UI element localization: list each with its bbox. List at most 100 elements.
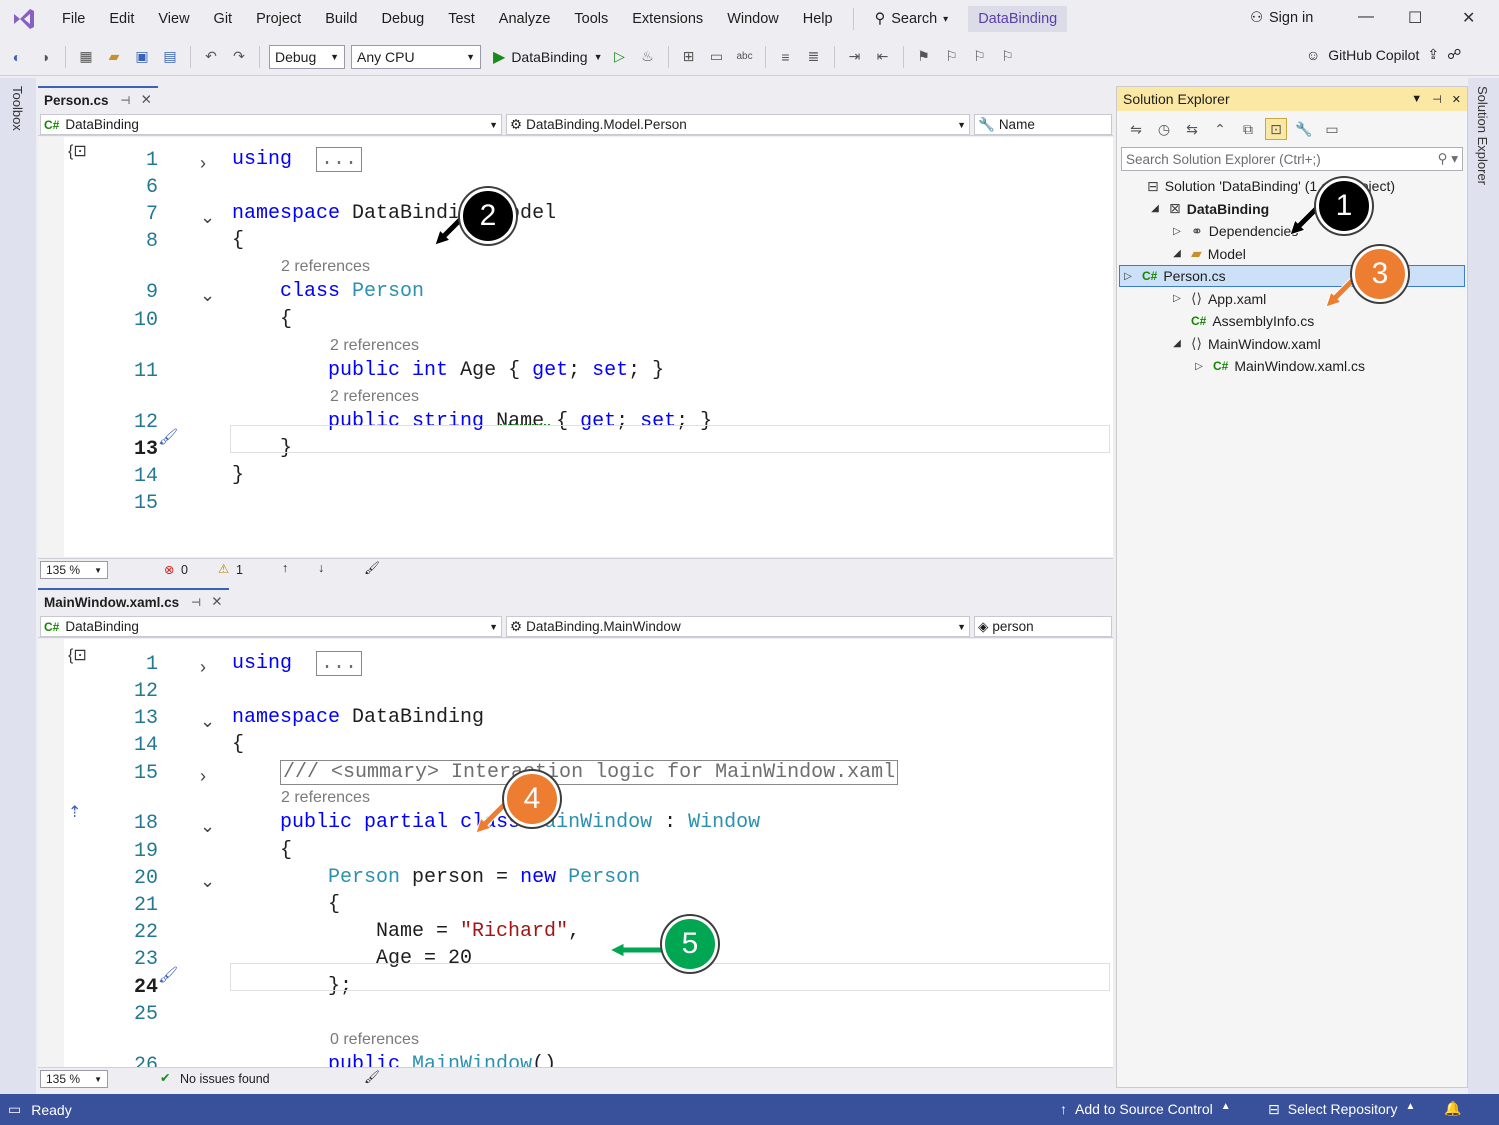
collapse-icon[interactable]: ⌄ <box>200 871 215 892</box>
tree-item[interactable]: ◢ ▰ Model <box>1169 243 1246 265</box>
close-icon[interactable]: ✕ <box>1452 93 1461 106</box>
hot-reload-icon[interactable]: ♨ <box>637 46 659 68</box>
select-repository-button[interactable]: ⊟ Select Repository ▲ <box>1268 1101 1415 1118</box>
type-nav-dropdown[interactable]: ⚙ DataBinding.MainWindow ▼ <box>506 616 970 637</box>
code-lens[interactable]: 2 references <box>281 789 370 807</box>
next-bookmark-icon[interactable]: ⚐ <box>969 46 991 68</box>
tree-item[interactable]: C# AssemblyInfo.cs <box>1169 310 1314 332</box>
history-icon[interactable]: ◷ <box>1153 118 1175 140</box>
configuration-select[interactable]: Debug ▼ <box>269 44 345 69</box>
menu-item-git[interactable]: Git <box>202 11 245 27</box>
save-all-icon[interactable]: ▤ <box>159 46 181 68</box>
collapsed-icon[interactable]: ▷ <box>1191 361 1207 372</box>
code-cleanup-icon[interactable]: 🖌 <box>364 1070 380 1085</box>
collapse-icon[interactable]: ⌄ <box>200 1058 215 1067</box>
browse-icon[interactable]: ⊞ <box>678 46 700 68</box>
editor1-code-area[interactable]: 1 › using ... 6 7 ⌄ namespace DataBinding.Mode… <box>38 137 1113 557</box>
redo-icon[interactable]: ↷ <box>228 46 250 68</box>
tree-item[interactable]: ◢ ⊠ DataBinding <box>1147 198 1269 220</box>
menu-item-test[interactable]: Test <box>436 11 487 27</box>
tree-item[interactable]: ▷ ⚭ Dependencies <box>1169 220 1298 242</box>
tree-item[interactable]: ▷ C# Person.cs <box>1119 265 1465 287</box>
zoom-select[interactable]: 135 % ▼ <box>40 561 108 579</box>
menu-item-tools[interactable]: Tools <box>562 11 620 27</box>
minus-icon[interactable]: ▭ <box>1321 118 1343 140</box>
menu-item-analyze[interactable]: Analyze <box>487 11 563 27</box>
prev-bookmark-icon[interactable]: ⚐ <box>941 46 963 68</box>
collapsed-icon[interactable]: ▷ <box>1169 293 1185 304</box>
undo-icon[interactable]: ↶ <box>200 46 222 68</box>
menu-item-build[interactable]: Build <box>313 11 369 27</box>
new-project-icon[interactable]: ▦ <box>75 46 97 68</box>
indent-icon[interactable]: ⇥ <box>844 46 866 68</box>
maximize-button[interactable]: ☐ <box>1408 8 1422 28</box>
expand-icon[interactable]: › <box>200 657 206 678</box>
notifications-icon[interactable]: 🔔 <box>1444 1100 1461 1117</box>
toolbox-strip[interactable]: Toolbox <box>0 78 36 1094</box>
menu-item-view[interactable]: View <box>146 11 201 27</box>
prev-issue-icon[interactable]: ↑ <box>282 561 288 575</box>
expand-icon[interactable]: › <box>200 766 206 787</box>
collapsed-icon[interactable]: ▷ <box>1120 271 1136 282</box>
spellcheck-icon[interactable]: abc <box>734 46 756 68</box>
tab-person-cs[interactable]: Person.cs ⊣ ✕ <box>38 86 158 112</box>
minimize-button[interactable]: — <box>1358 8 1374 26</box>
close-tab-icon[interactable]: ✕ <box>211 594 222 610</box>
expanded-icon[interactable]: ◢ <box>1169 248 1185 259</box>
collapse-icon[interactable]: ⌄ <box>200 711 215 732</box>
inheritance-icon[interactable]: ⇡ <box>68 802 81 822</box>
code-lens[interactable]: 2 references <box>330 388 419 406</box>
member-nav-dropdown[interactable]: ◈ person <box>974 616 1112 637</box>
uncomment-icon[interactable]: ≣ <box>803 46 825 68</box>
preview-selected-icon[interactable]: ⊡ <box>1265 118 1287 140</box>
code-lens[interactable]: 2 references <box>281 258 370 276</box>
collapsed-icon[interactable]: ▷ <box>1169 226 1185 237</box>
outline-icon[interactable]: {⊡ <box>68 645 87 665</box>
collapse-icon[interactable]: ⌄ <box>200 207 215 228</box>
quick-action-icon[interactable]: 🖌 <box>158 427 178 447</box>
comment-icon[interactable]: ≡ <box>775 46 797 68</box>
next-issue-icon[interactable]: ↓ <box>318 561 324 575</box>
zoom-select[interactable]: 135 % ▼ <box>40 1070 108 1088</box>
menu-item-help[interactable]: Help <box>791 11 845 27</box>
dropdown-icon[interactable]: ▼ <box>1411 93 1422 106</box>
tree-item[interactable]: ◢ ⟨⟩ MainWindow.xaml <box>1169 333 1321 355</box>
sync-icon[interactable]: ⇆ <box>1181 118 1203 140</box>
github-copilot-button[interactable]: ☺ GitHub Copilot ⇪ ☍ <box>1306 46 1461 63</box>
expand-icon[interactable]: › <box>200 153 206 174</box>
code-cleanup-icon[interactable]: 🖌 <box>364 561 380 576</box>
menu-item-window[interactable]: Window <box>715 11 791 27</box>
bookmark-icon[interactable]: ⚑ <box>913 46 935 68</box>
expanded-icon[interactable]: ◢ <box>1147 203 1163 214</box>
forward-icon[interactable]: ◑ <box>34 46 56 68</box>
back-icon[interactable]: ◐ <box>6 46 28 68</box>
collapse-icon[interactable]: ⌄ <box>200 816 215 837</box>
solution-explorer-strip[interactable]: Solution Explorer <box>1468 78 1499 1094</box>
collapse-all-icon[interactable]: ⌃ <box>1209 118 1231 140</box>
save-icon[interactable]: ▣ <box>131 46 153 68</box>
show-all-files-icon[interactable]: ⧉ <box>1237 118 1259 140</box>
platform-select[interactable]: Any CPU ▼ <box>351 44 481 69</box>
code-lens[interactable]: 2 references <box>330 337 419 355</box>
solution-explorer-search[interactable]: Search Solution Explorer (Ctrl+;) ⚲ ▾ <box>1121 147 1463 171</box>
tree-item[interactable]: ▷ C# MainWindow.xaml.cs <box>1191 355 1365 377</box>
pin-icon[interactable]: ⊣ <box>121 94 131 107</box>
outdent-icon[interactable]: ⇤ <box>872 46 894 68</box>
sign-in-button[interactable]: ⚇ Sign in <box>1250 10 1313 26</box>
expanded-icon[interactable]: ◢ <box>1169 338 1185 349</box>
search-button[interactable]: ⚲ Search ▾ <box>865 11 959 27</box>
add-to-source-control-button[interactable]: ↑ Add to Source Control ▲ <box>1060 1101 1231 1117</box>
solution-name-badge[interactable]: DataBinding <box>968 6 1068 32</box>
menu-item-extensions[interactable]: Extensions <box>620 11 715 27</box>
clear-bookmarks-icon[interactable]: ⚐ <box>997 46 1019 68</box>
editor2-code-area[interactable]: 1 › using ... 12 13 ⌄ namespace DataBinding 14 {… <box>38 639 1113 1067</box>
outline-icon[interactable]: {⊡ <box>68 141 87 161</box>
menu-item-edit[interactable]: Edit <box>97 11 146 27</box>
menu-item-project[interactable]: Project <box>244 11 313 27</box>
menu-item-file[interactable]: File <box>50 11 97 27</box>
project-nav-dropdown[interactable]: C# DataBinding ▼ <box>40 114 502 135</box>
close-tab-icon[interactable]: ✕ <box>141 92 152 108</box>
tree-item[interactable]: ▷ ⟨⟩ App.xaml <box>1169 288 1266 310</box>
quick-action-icon[interactable]: 🖌 <box>158 965 178 985</box>
type-nav-dropdown[interactable]: ⚙ DataBinding.Model.Person ▼ <box>506 114 970 135</box>
